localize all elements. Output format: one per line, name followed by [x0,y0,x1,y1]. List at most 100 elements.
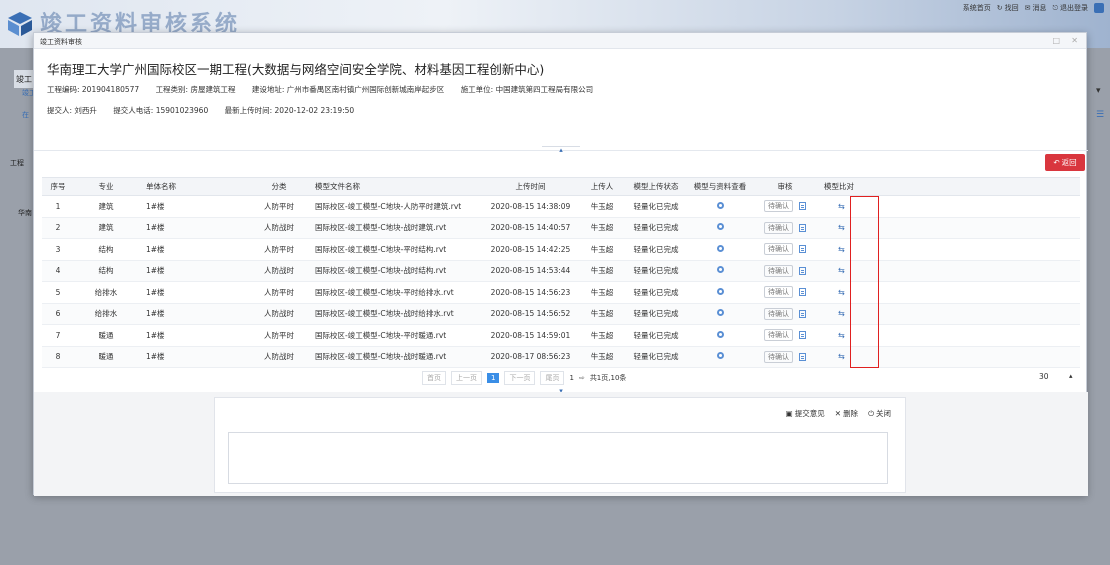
current-page[interactable]: 1 [487,373,500,383]
compare-icon[interactable]: ⇆ [838,331,845,340]
submit-opinion-button[interactable]: ▣ 提交意见 [786,408,825,419]
compare-icon[interactable]: ⇆ [838,223,845,232]
row-status: 轻量化已完成 [626,346,686,368]
prev-page-button[interactable]: 上一页 [451,371,482,385]
maximize-icon[interactable]: □ [1052,36,1060,45]
project-info-row-1: 工程编码: 201904180577 工程类别: 房屋建筑工程 建设地址: 广州… [47,84,607,95]
document-icon[interactable] [799,202,806,211]
row-building: 1#楼 [138,217,251,239]
row-upload-time: 2020-08-15 14:38:09 [483,195,578,218]
collapse-up-icon[interactable]: ▴ [542,146,580,154]
col-header-view: 模型与资料查看 [686,177,754,196]
row-discipline: 建筑 [74,195,138,218]
row-discipline: 暖通 [74,346,138,368]
row-category: 人防平时 [251,324,307,347]
row-index: 1 [42,195,74,218]
first-page-button[interactable]: 首页 [422,371,446,385]
view-model-icon[interactable] [716,223,724,231]
last-page-button[interactable]: 尾页 [540,371,565,385]
goto-arrow-icon[interactable]: ⇨ [579,374,585,382]
document-icon[interactable] [799,288,806,297]
view-model-icon[interactable] [716,287,724,295]
close-icon[interactable]: ✕ [1071,36,1078,45]
document-icon[interactable] [799,352,806,361]
avatar[interactable] [1094,3,1104,13]
opinion-textarea[interactable] [228,432,888,484]
row-status: 轻量化已完成 [626,238,686,261]
page-size-arrow-icon[interactable]: ▴ [1069,372,1073,380]
row-filename: 国际校区-竣工模型-C地块-战时暖通.rvt [307,346,483,368]
pending-confirm-badge[interactable]: 待确认 [764,200,793,213]
table-row: 8 暖通 1#楼 人防战时 国际校区-竣工模型-C地块-战时暖通.rvt 2020-08-… [42,346,1080,368]
next-page-button[interactable]: 下一页 [504,371,536,385]
goto-page-input[interactable]: 1 [569,374,573,382]
opinion-toolbar: ▣ 提交意见 ✕ 删除 ⏻ 关闭 [786,408,891,419]
view-model-icon[interactable] [716,330,724,338]
back-arrow-icon: ↶ [1053,158,1060,167]
view-cell [686,195,754,218]
row-filename: 国际校区-竣工模型-C地块-战时建筑.rvt [307,217,483,239]
project-info-row-2: 提交人: 刘西升 提交人电话: 15901023960 最新上传时间: 2020… [47,105,368,116]
row-filename: 国际校区-竣工模型-C地块-平时给排水.rvt [307,281,483,304]
row-category: 人防平时 [251,238,307,261]
row-category: 人防平时 [251,281,307,304]
background-dropdown-icon: ▾ [1096,86,1101,96]
back-button[interactable]: ↶ 返回 [1045,154,1085,171]
table-row: 3 结构 1#楼 人防平时 国际校区-竣工模型-C地块-平时结构.rvt 2020-08-… [42,238,1080,261]
view-model-icon[interactable] [716,352,724,360]
view-model-icon[interactable] [716,244,724,252]
row-category: 人防战时 [251,217,307,239]
pending-confirm-badge[interactable]: 待确认 [764,350,793,363]
review-cell: 待确认 [754,260,816,282]
compare-icon[interactable]: ⇆ [838,202,845,211]
document-icon[interactable] [799,309,806,318]
row-category: 人防战时 [251,303,307,325]
compare-icon[interactable]: ⇆ [838,245,845,254]
document-icon[interactable] [799,223,806,232]
review-cell: 待确认 [754,303,816,325]
close-button[interactable]: ⏻ 关闭 [868,408,891,419]
row-upload-time: 2020-08-15 14:56:23 [483,281,578,304]
row-building: 1#楼 [138,195,251,218]
compare-icon[interactable]: ⇆ [838,266,845,275]
row-building: 1#楼 [138,303,251,325]
row-upload-time: 2020-08-15 14:40:57 [483,217,578,239]
row-category: 人防战时 [251,346,307,368]
pending-confirm-badge[interactable]: 待确认 [764,286,793,299]
compare-icon[interactable]: ⇆ [838,309,845,318]
compare-icon[interactable]: ⇆ [838,288,845,297]
home-link[interactable]: 系统首页 [963,3,991,13]
pending-confirm-badge[interactable]: 待确认 [764,243,793,256]
background-link-b: 在 [22,111,29,119]
pending-confirm-badge[interactable]: 待确认 [764,221,793,234]
pending-confirm-badge[interactable]: 待确认 [764,264,793,277]
row-index: 8 [42,346,74,368]
document-icon[interactable] [799,331,806,340]
row-index: 6 [42,303,74,325]
row-status: 轻量化已完成 [626,195,686,218]
pending-confirm-badge[interactable]: 待确认 [764,307,793,320]
view-cell [686,260,754,282]
submitter: 提交人: 刘西升 [47,106,97,115]
background-menu-icon: ☰ [1096,110,1105,120]
compare-icon[interactable]: ⇆ [838,352,845,361]
message-link[interactable]: ✉ 消息 [1025,3,1047,13]
document-icon[interactable] [799,245,806,254]
row-index: 2 [42,217,74,239]
logout-link[interactable]: ⎋ 退出登录 [1052,3,1088,13]
compare-cell: ⇆ [816,195,1080,218]
model-table: 序号 专业 单体名称 分类 模型文件名称 上传时间 上传人 模型上传状态 模型与… [42,177,1080,368]
pending-confirm-badge[interactable]: 待确认 [764,329,793,342]
view-model-icon[interactable] [716,309,724,317]
page-size-select[interactable]: 30 [1039,372,1049,381]
delete-button[interactable]: ✕ 删除 [835,408,858,419]
table-row: 4 结构 1#楼 人防战时 国际校区-竣工模型-C地块-战时结构.rvt 2020-08-… [42,260,1080,282]
view-model-icon[interactable] [716,266,724,274]
row-uploader: 牛玉超 [578,195,626,218]
find-link[interactable]: ↻ 找回 [997,3,1019,13]
col-header-review: 审核 [754,177,816,196]
modal-title: 竣工资料审核 [40,38,82,46]
row-filename: 国际校区-竣工模型-C地块-战时结构.rvt [307,260,483,282]
document-icon[interactable] [799,266,806,275]
view-model-icon[interactable] [716,201,724,209]
